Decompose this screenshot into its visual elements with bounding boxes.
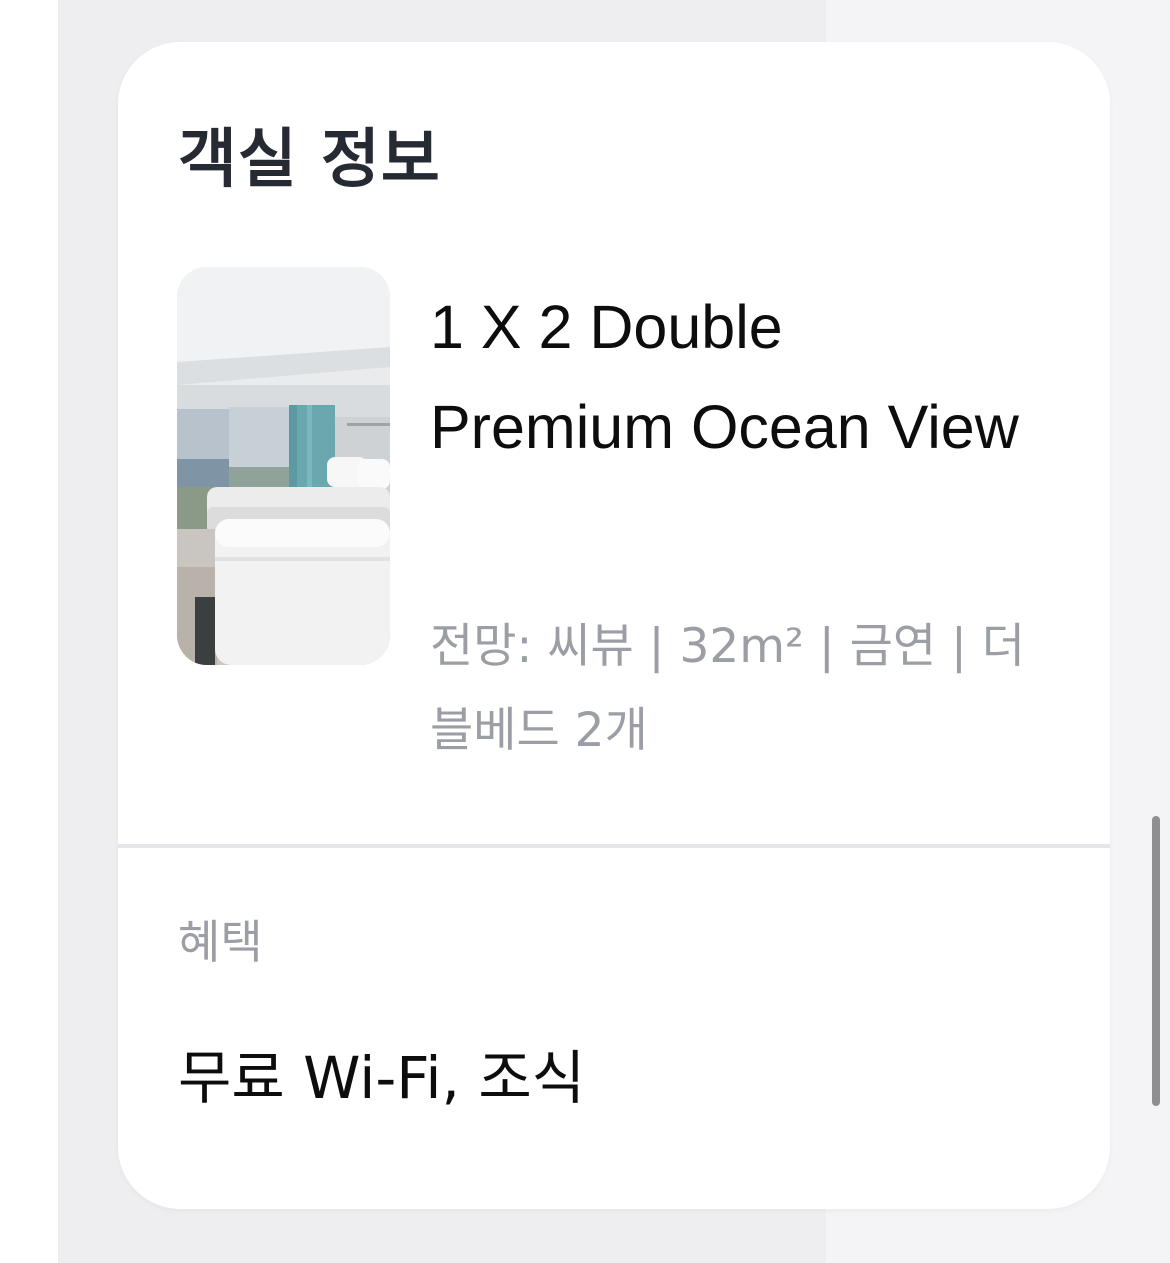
benefits-label: 혜택 — [178, 915, 263, 969]
section-title: 객실 정보 — [178, 123, 441, 197]
room-photo-image — [177, 267, 390, 665]
section-divider — [118, 844, 1110, 848]
room-info-card: 객실 정보 1 X 2 Double Premium Ocean View 전망… — [118, 42, 1110, 1209]
room-photo[interactable] — [177, 267, 390, 665]
left-edge-strip — [0, 0, 58, 1263]
room-name: 1 X 2 Double Premium Ocean View — [430, 293, 1019, 461]
benefits-value: 무료 Wi-Fi, 조식 — [178, 1044, 586, 1112]
vertical-scrollbar[interactable] — [1152, 816, 1160, 1106]
room-details: 전망: 씨뷰 | 32m² | 금연 | 더블베드 2개 — [430, 619, 1026, 758]
